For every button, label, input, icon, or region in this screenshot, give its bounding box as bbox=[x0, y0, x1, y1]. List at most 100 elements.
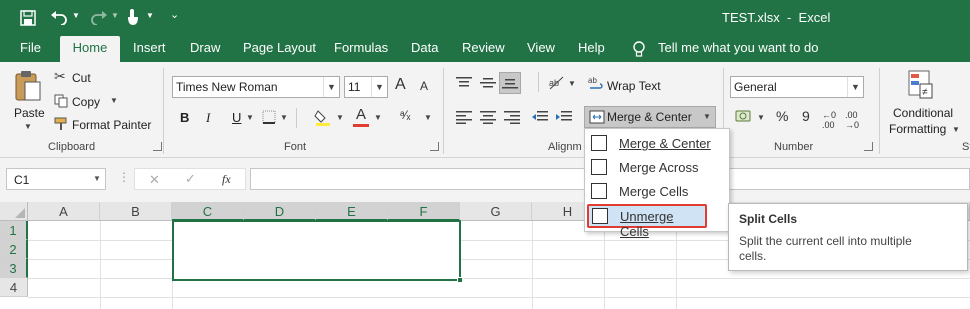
underline-dropdown-icon[interactable]: ▼ bbox=[246, 113, 254, 122]
row-header-1[interactable]: 1 bbox=[0, 221, 28, 240]
font-dialog-launcher[interactable] bbox=[430, 142, 439, 151]
accounting-format-dropdown-icon[interactable]: ▼ bbox=[757, 113, 765, 122]
merge-center-dropdown: Merge & Center Merge Across Merge Cells … bbox=[584, 128, 730, 239]
clipboard-dialog-launcher[interactable] bbox=[153, 142, 162, 151]
name-box-dropdown-icon[interactable]: ▼ bbox=[93, 174, 101, 183]
merge-center-button[interactable]: Merge & Center ▼ bbox=[584, 106, 716, 128]
tab-view[interactable]: View bbox=[527, 40, 555, 55]
redo-icon[interactable] bbox=[90, 9, 108, 25]
row-header-4[interactable]: 4 bbox=[0, 278, 28, 297]
align-center-icon[interactable] bbox=[480, 110, 496, 124]
comma-style-button[interactable]: 9 bbox=[802, 108, 810, 124]
bottom-align-button[interactable] bbox=[499, 72, 521, 94]
number-format-dropdown-icon[interactable]: ▼ bbox=[847, 77, 863, 97]
fill-handle[interactable] bbox=[457, 277, 463, 283]
top-align-icon[interactable] bbox=[456, 76, 472, 90]
font-name-combo[interactable]: Times New Roman ▼ bbox=[172, 76, 340, 98]
customize-quick-access-icon[interactable]: ⌄ bbox=[170, 8, 179, 21]
number-format-combo[interactable]: General ▼ bbox=[730, 76, 864, 98]
paste-icon[interactable] bbox=[14, 70, 42, 102]
undo-icon[interactable] bbox=[50, 9, 68, 25]
paste-dropdown-icon[interactable]: ▼ bbox=[24, 122, 32, 131]
undo-dropdown-icon[interactable]: ▼ bbox=[72, 11, 80, 20]
tab-insert[interactable]: Insert bbox=[133, 40, 166, 55]
select-all-corner[interactable] bbox=[0, 202, 28, 221]
merge-and-center-item[interactable]: Merge & Center bbox=[585, 131, 729, 155]
conditional-formatting-dropdown-icon[interactable]: ▼ bbox=[952, 125, 960, 134]
middle-align-icon[interactable] bbox=[480, 76, 496, 90]
bold-button[interactable]: B bbox=[180, 110, 189, 125]
font-color-dropdown-icon[interactable]: ▼ bbox=[374, 113, 382, 122]
touch-mode-icon[interactable] bbox=[126, 8, 140, 26]
borders-dropdown-icon[interactable]: ▼ bbox=[280, 113, 288, 122]
tab-page-layout[interactable]: Page Layout bbox=[243, 40, 316, 55]
format-painter-button[interactable]: Format Painter bbox=[72, 118, 151, 132]
tab-data[interactable]: Data bbox=[411, 40, 438, 55]
redo-dropdown-icon[interactable]: ▼ bbox=[111, 11, 119, 20]
font-size-combo[interactable]: 11 ▼ bbox=[344, 76, 388, 98]
selected-merged-range[interactable] bbox=[172, 220, 461, 281]
increase-indent-icon[interactable] bbox=[556, 110, 572, 124]
tell-me-search[interactable]: Tell me what you want to do bbox=[658, 40, 818, 55]
underline-button[interactable]: U bbox=[232, 110, 241, 125]
accounting-format-icon[interactable] bbox=[735, 108, 753, 126]
increase-decimal-icon[interactable]: ←0.00 bbox=[822, 110, 836, 130]
column-header-g[interactable]: G bbox=[460, 202, 532, 221]
tooltip-body: Split the current cell into multiple cel… bbox=[739, 234, 912, 263]
decrease-indent-icon[interactable] bbox=[532, 110, 548, 124]
wrap-text-button[interactable]: Wrap Text bbox=[607, 79, 661, 93]
tab-help[interactable]: Help bbox=[578, 40, 605, 55]
decrease-font-icon[interactable]: A bbox=[420, 79, 428, 93]
copy-button[interactable]: Copy bbox=[72, 95, 100, 109]
row-header-2[interactable]: 2 bbox=[0, 240, 28, 259]
enter-icon[interactable]: ✓ bbox=[185, 171, 196, 187]
cut-button[interactable]: Cut bbox=[72, 71, 91, 85]
orientation-icon[interactable]: ab bbox=[548, 74, 564, 90]
cancel-icon[interactable]: ✕ bbox=[149, 172, 160, 188]
column-header-a[interactable]: A bbox=[28, 202, 100, 221]
tab-formulas[interactable]: Formulas bbox=[334, 40, 388, 55]
column-header-b[interactable]: B bbox=[100, 202, 172, 221]
font-name-dropdown-icon[interactable]: ▼ bbox=[323, 77, 339, 97]
increase-font-icon[interactable]: A bbox=[395, 76, 406, 94]
svg-text:ab: ab bbox=[549, 78, 559, 88]
align-right-icon[interactable] bbox=[504, 110, 520, 124]
tab-file[interactable]: File bbox=[20, 40, 41, 55]
italic-button[interactable]: I bbox=[206, 110, 210, 126]
copy-dropdown-icon[interactable]: ▼ bbox=[110, 96, 118, 105]
merge-center-dropdown-icon[interactable]: ▼ bbox=[703, 112, 711, 121]
formula-bar-grip-icon[interactable]: ⋮ bbox=[118, 170, 130, 184]
number-dialog-launcher[interactable] bbox=[864, 142, 873, 151]
divider bbox=[879, 68, 880, 154]
touch-mode-dropdown-icon[interactable]: ▼ bbox=[146, 11, 154, 20]
fill-color-icon[interactable] bbox=[314, 108, 332, 126]
tab-review[interactable]: Review bbox=[462, 40, 505, 55]
font-size-dropdown-icon[interactable]: ▼ bbox=[371, 77, 387, 97]
phonetic-dropdown-icon[interactable]: ▼ bbox=[424, 113, 432, 122]
column-header-d[interactable]: D bbox=[244, 202, 316, 221]
gridline bbox=[100, 221, 101, 309]
merge-cells-item[interactable]: Merge Cells bbox=[585, 179, 729, 203]
tab-draw[interactable]: Draw bbox=[190, 40, 220, 55]
orientation-dropdown-icon[interactable]: ▼ bbox=[568, 79, 576, 88]
column-header-e[interactable]: E bbox=[316, 202, 388, 221]
paste-button[interactable]: Paste bbox=[14, 106, 45, 120]
column-header-c[interactable]: C bbox=[172, 202, 244, 221]
percent-style-button[interactable]: % bbox=[776, 108, 788, 124]
fill-color-dropdown-icon[interactable]: ▼ bbox=[336, 113, 344, 122]
conditional-formatting-button[interactable]: Conditional bbox=[893, 106, 953, 120]
merge-across-item[interactable]: Merge Across bbox=[585, 155, 729, 179]
tab-home[interactable]: Home bbox=[60, 36, 120, 62]
name-box[interactable]: C1 ▼ bbox=[6, 168, 106, 190]
borders-icon[interactable] bbox=[262, 110, 276, 124]
row-header-3[interactable]: 3 bbox=[0, 259, 28, 278]
save-icon[interactable] bbox=[20, 10, 36, 26]
phonetic-icon[interactable]: ᵃ⁄ₓ bbox=[400, 108, 410, 122]
column-header-f[interactable]: F bbox=[388, 202, 460, 221]
unmerge-cells-item[interactable]: Unmerge Cells bbox=[587, 204, 707, 239]
merge-center-icon bbox=[589, 110, 605, 124]
font-color-button[interactable]: A bbox=[356, 106, 366, 123]
decrease-decimal-icon[interactable]: .00 →0 bbox=[845, 110, 859, 130]
align-left-icon[interactable] bbox=[456, 110, 472, 124]
insert-function-icon[interactable]: fx bbox=[222, 172, 231, 187]
